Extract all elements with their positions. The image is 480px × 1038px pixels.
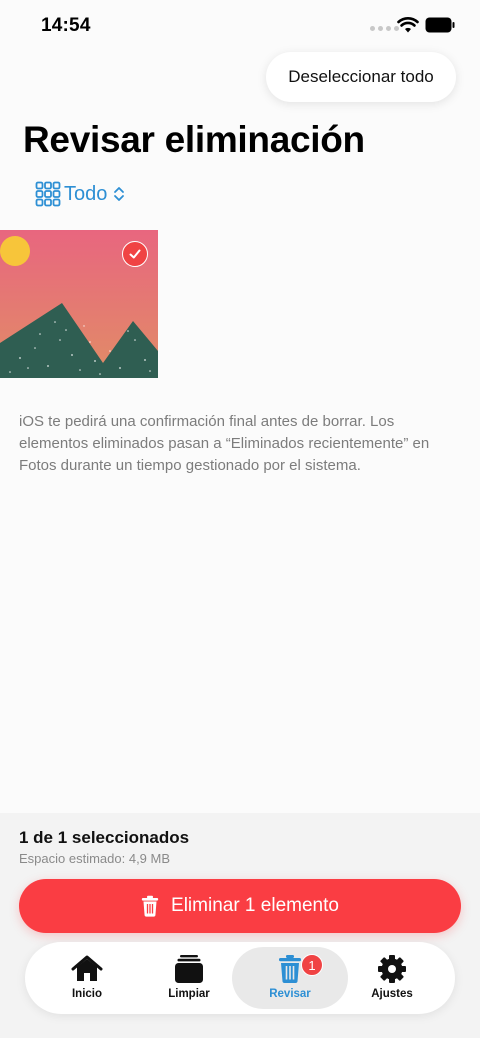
status-time: 14:54 (41, 15, 91, 36)
gear-icon (375, 954, 409, 984)
tab-label: Inicio (71, 988, 103, 1000)
info-text: iOS te pedirá una confirmación final ant… (19, 413, 430, 474)
chevron-up-down-icon (114, 187, 125, 201)
tab-label: Limpiar (168, 988, 210, 1000)
filter-dropdown[interactable]: Todo (35, 180, 126, 208)
selection-count: 1 de 1 seleccionados (19, 828, 190, 847)
delete-button-label: Eliminar 1 elemento (171, 895, 339, 916)
wifi-icon (397, 17, 419, 33)
estimated-space: Espacio estimado: 4,9 MB (19, 851, 171, 866)
cellular-signal-icon (370, 26, 399, 31)
status-bar: 14:54 (0, 0, 480, 52)
home-icon (70, 954, 104, 984)
tab-ajustes[interactable]: Ajustes (353, 942, 431, 1014)
notification-badge: 1 (301, 954, 323, 976)
tab-revisar[interactable]: Revisar 1 (232, 947, 348, 1009)
stack-icon (172, 954, 206, 984)
tab-label: Ajustes (371, 988, 413, 1000)
tab-label: Revisar (269, 988, 311, 1000)
tab-bar: Inicio Limpiar Revisar 1 Ajustes (25, 942, 455, 1014)
deselect-all-button[interactable]: Deseleccionar todo (266, 52, 456, 102)
selected-checkmark-icon[interactable] (122, 241, 148, 267)
trash-icon (141, 895, 159, 917)
battery-icon (425, 17, 455, 33)
tab-inicio[interactable]: Inicio (48, 942, 126, 1014)
page-title: Revisar eliminación (23, 119, 365, 160)
grid-icon (35, 181, 61, 207)
filter-label: Todo (64, 182, 108, 205)
tab-limpiar[interactable]: Limpiar (150, 942, 228, 1014)
delete-button[interactable]: Eliminar 1 elemento (19, 879, 461, 933)
